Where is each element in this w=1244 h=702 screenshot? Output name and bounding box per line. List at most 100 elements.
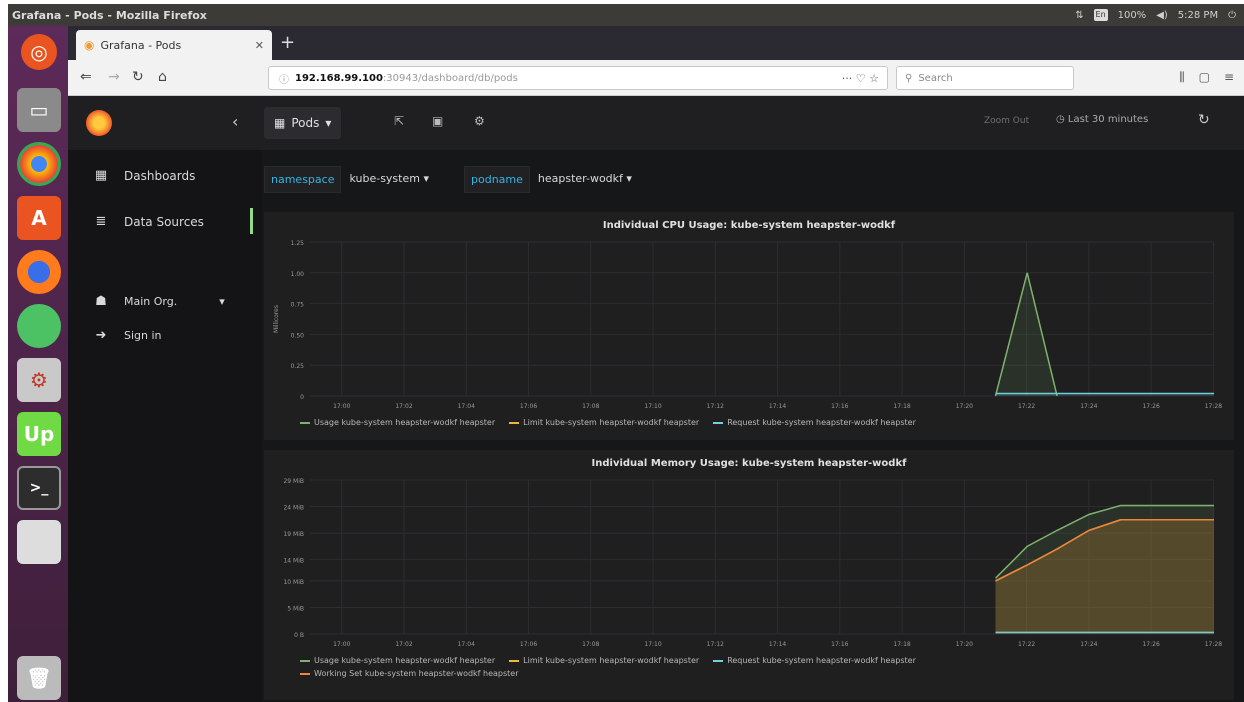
y-tick-label: 0.25 — [291, 363, 305, 370]
x-tick-label: 17:04 — [458, 641, 475, 648]
y-tick-label: 19 MiB — [283, 531, 304, 538]
url-bar[interactable]: ⓘ 192.168.99.100 :30943/dashboard/db/pod… — [268, 66, 888, 90]
x-tick-label: 17:28 — [1205, 403, 1222, 410]
legend-item[interactable]: Request kube-system heapster-wodkf heaps… — [713, 656, 916, 665]
search-input[interactable]: ⚲ Search — [896, 66, 1074, 90]
sidebar-item-dashboards[interactable]: ▦ Dashboards — [92, 168, 196, 183]
share-icon[interactable]: ⇱ — [394, 114, 404, 128]
home-icon[interactable]: ⌂ — [158, 69, 167, 85]
legend-item[interactable]: Working Set kube-system heapster-wodkf h… — [300, 669, 519, 678]
library-icon[interactable]: ⫼ — [1179, 70, 1185, 85]
page-actions[interactable]: ··· ♡ ☆ — [842, 72, 879, 85]
y-tick-label: 1.25 — [291, 240, 305, 247]
messaging-icon[interactable] — [17, 304, 61, 348]
save-icon[interactable]: ▣ — [432, 114, 443, 128]
variable-value[interactable]: heapster-wodkf ▾ — [530, 166, 640, 193]
x-tick-label: 17:02 — [395, 641, 412, 648]
legend-label: Usage kube-system heapster-wodkf heapste… — [314, 418, 496, 427]
x-tick-label: 17:20 — [956, 403, 973, 410]
chrome-icon[interactable] — [17, 142, 61, 186]
upwork-icon[interactable]: Up — [17, 412, 61, 456]
window-title: Grafana - Pods - Mozilla Firefox — [12, 8, 207, 22]
x-tick-label: 17:02 — [395, 403, 412, 410]
legend-item[interactable]: Request kube-system heapster-wodkf heaps… — [713, 418, 916, 427]
x-tick-label: 17:26 — [1142, 403, 1159, 410]
firefox-icon[interactable] — [17, 250, 61, 294]
legend-swatch — [300, 672, 310, 675]
sidebar-icon[interactable]: ▢ — [1199, 70, 1210, 85]
podname-variable[interactable]: podname heapster-wodkf ▾ — [464, 166, 640, 193]
namespace-variable[interactable]: namespace kube-system ▾ — [264, 166, 437, 193]
legend-label: Working Set kube-system heapster-wodkf h… — [314, 669, 519, 678]
x-tick-label: 17:10 — [644, 403, 661, 410]
reload-icon[interactable]: ↻ — [132, 69, 144, 85]
legend-item[interactable]: Limit kube-system heapster-wodkf heapste… — [509, 656, 699, 665]
trash-icon[interactable]: 🗑 — [17, 656, 61, 700]
keyboard-layout-indicator[interactable]: En — [1093, 9, 1108, 21]
cpu-usage-panel[interactable]: Individual CPU Usage: kube-system heapst… — [264, 212, 1234, 440]
legend-item[interactable]: Usage kube-system heapster-wodkf heapste… — [300, 418, 495, 427]
time-range-label: Last 30 minutes — [1067, 114, 1149, 125]
new-tab-icon[interactable]: + — [280, 32, 295, 53]
x-tick-label: 17:06 — [520, 403, 537, 410]
chart-legend: Usage kube-system heapster-wodkf heapste… — [300, 418, 916, 427]
battery-indicator[interactable]: 100% — [1118, 10, 1147, 21]
close-tab-icon[interactable]: ✕ — [255, 39, 264, 52]
browser-tab[interactable]: ◉ Grafana - Pods ✕ — [76, 30, 272, 60]
grafana-navbar: ‹ ▦ Pods ▾ ⇱ ▣ ⚙ Zoom Out ◷ Last 30 minu… — [68, 96, 1244, 150]
menu-icon[interactable]: ≡ — [1224, 70, 1234, 85]
legend-label: Request kube-system heapster-wodkf heaps… — [727, 656, 916, 665]
chart-legend: Usage kube-system heapster-wodkf heapste… — [300, 656, 1100, 678]
terminal-icon[interactable]: >_ — [17, 466, 61, 510]
caret-down-icon: ▾ — [219, 295, 225, 308]
power-icon[interactable]: ⏻ — [1228, 10, 1236, 21]
forward-icon[interactable]: → — [108, 69, 120, 85]
x-tick-label: 17:08 — [582, 403, 599, 410]
grafana-logo-icon[interactable] — [86, 110, 112, 136]
y-tick-label: 14 MiB — [283, 558, 304, 565]
x-tick-label: 17:08 — [582, 641, 599, 648]
grafana-favicon-icon: ◉ — [84, 38, 95, 52]
dashboard-picker-button[interactable]: ▦ Pods ▾ — [264, 107, 342, 139]
tab-title: Grafana - Pods — [100, 38, 182, 52]
ubuntu-dash-icon[interactable]: ◎ — [21, 34, 57, 70]
x-tick-label: 17:16 — [831, 403, 848, 410]
software-center-icon[interactable]: A — [17, 196, 61, 240]
sidebar-item-label: Data Sources — [124, 214, 204, 229]
x-tick-label: 17:06 — [520, 641, 537, 648]
gear-icon[interactable]: ⚙ — [474, 114, 485, 128]
sidebar-item-org[interactable]: ☗ Main Org. ▾ — [92, 294, 225, 309]
search-icon: ⚲ — [905, 72, 913, 84]
variable-label: namespace — [264, 166, 342, 193]
legend-item[interactable]: Usage kube-system heapster-wodkf heapste… — [300, 656, 495, 665]
search-placeholder: Search — [918, 72, 953, 84]
x-tick-label: 17:14 — [769, 403, 786, 410]
clock[interactable]: 5:28 PM — [1178, 10, 1218, 21]
settings-icon[interactable]: ⚙ — [17, 358, 61, 402]
drive-icon[interactable] — [17, 520, 61, 564]
toolbar-right: ⫼ ▢ ≡ — [1179, 70, 1234, 85]
legend-item[interactable]: Limit kube-system heapster-wodkf heapste… — [509, 418, 699, 427]
legend-label: Limit kube-system heapster-wodkf heapste… — [523, 418, 700, 427]
zoom-out-button[interactable]: Zoom Out — [984, 116, 1029, 126]
time-range-picker[interactable]: ◷ Last 30 minutes — [1056, 114, 1148, 125]
x-tick-label: 17:22 — [1018, 641, 1035, 648]
back-icon[interactable]: ⇐ — [80, 69, 92, 85]
sidebar-item-data-sources[interactable]: ≣ Data Sources — [92, 214, 204, 229]
caret-down-icon: ▾ — [325, 116, 332, 130]
variable-value[interactable]: kube-system ▾ — [341, 166, 437, 193]
panel-title: Individual Memory Usage: kube-system hea… — [591, 458, 907, 469]
memory-usage-panel[interactable]: Individual Memory Usage: kube-system hea… — [264, 450, 1234, 700]
sidebar-item-label: Sign in — [124, 329, 162, 342]
legend-swatch — [713, 659, 724, 662]
info-icon[interactable]: ⓘ — [279, 71, 289, 86]
sign-in-icon: ➜ — [95, 328, 107, 343]
volume-icon[interactable]: ◀) — [1156, 10, 1168, 21]
files-icon[interactable]: ▭ — [17, 88, 61, 132]
dashboard-grid-icon: ▦ — [274, 116, 286, 130]
collapse-sidebar-icon[interactable]: ‹ — [232, 112, 238, 131]
refresh-icon[interactable]: ↻ — [1198, 112, 1210, 128]
sidebar-item-sign-in[interactable]: ➜ Sign in — [92, 328, 162, 343]
panel-title: Individual CPU Usage: kube-system heapst… — [602, 220, 896, 231]
network-icon[interactable]: ⇅ — [1075, 10, 1083, 21]
